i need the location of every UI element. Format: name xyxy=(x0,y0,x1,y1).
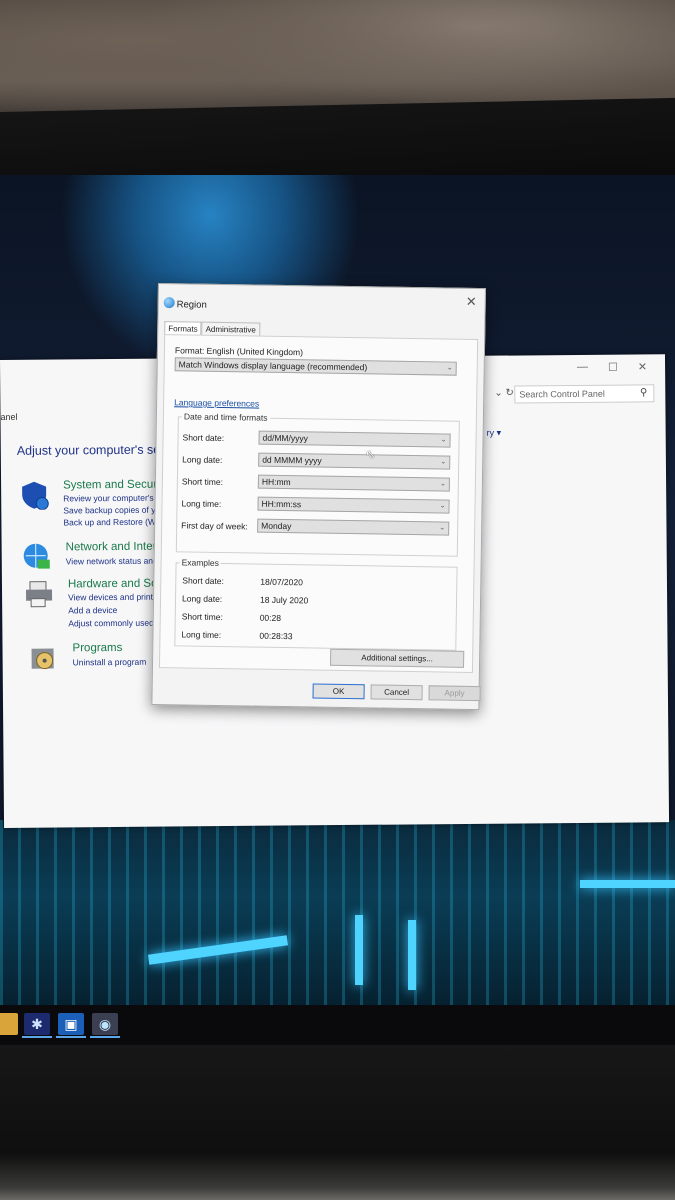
search-placeholder: Search Control Panel xyxy=(519,388,605,400)
search-icon[interactable]: ⚲ xyxy=(640,387,647,398)
control-panel-icon[interactable]: ▣ xyxy=(58,1013,84,1035)
dialog-title: Region xyxy=(176,299,207,311)
wallpaper-beam xyxy=(408,920,416,990)
long-date-dropdown[interactable]: dd MMMM yyyy ⌄ xyxy=(258,452,451,470)
wallpaper-beam xyxy=(147,935,289,965)
programs-disc-icon xyxy=(31,648,54,670)
language-preferences-link[interactable]: Language preferences xyxy=(174,397,259,408)
category-link[interactable]: View devices and printers xyxy=(68,592,165,603)
close-icon[interactable]: ✕ xyxy=(466,294,477,310)
first-day-dropdown[interactable]: Monday ⌄ xyxy=(257,518,450,536)
long-time-dropdown[interactable]: HH:mm:ss ⌄ xyxy=(257,496,450,514)
taskbar-indicator xyxy=(56,1036,86,1038)
category-title[interactable]: System and Security xyxy=(63,479,169,492)
mouse-cursor-icon: ⇖ xyxy=(365,447,376,462)
minimize-icon[interactable]: — xyxy=(577,361,588,374)
example-label: Short time: xyxy=(181,611,223,623)
taskbar-indicator xyxy=(90,1036,120,1038)
network-globe-icon xyxy=(23,543,50,569)
chevron-down-icon: ⌄ xyxy=(446,364,453,372)
close-icon[interactable]: ✕ xyxy=(638,360,647,373)
example-value: 18/07/2020 xyxy=(260,576,303,588)
chevron-down-icon: ⌄ xyxy=(439,480,446,488)
group-title: Examples xyxy=(179,557,222,569)
example-label: Long date: xyxy=(181,593,223,605)
wallpaper-city xyxy=(0,820,675,1010)
short-time-dropdown[interactable]: HH:mm ⌄ xyxy=(257,474,450,492)
window-controls: — ☐ ✕ xyxy=(577,360,647,374)
category-link[interactable]: Uninstall a program xyxy=(73,657,147,668)
group-title: Date and time formats xyxy=(181,411,270,423)
category-title[interactable]: Programs xyxy=(72,642,122,654)
first-day-value: Monday xyxy=(261,520,292,532)
maximize-icon[interactable]: ☐ xyxy=(608,361,618,374)
short-date-value: dd/MM/yyyy xyxy=(262,432,309,444)
long-date-value: dd MMMM yyyy xyxy=(262,454,322,466)
view-by-dropdown[interactable]: ry ▾ xyxy=(487,428,502,439)
search-input[interactable]: Search Control Panel ⚲ xyxy=(514,384,655,404)
file-explorer-icon[interactable] xyxy=(0,1013,18,1035)
example-value: 00:28 xyxy=(259,612,282,623)
region-globe-icon xyxy=(163,297,175,309)
region-dialog: Region ✕ Formats Administrative Format: … xyxy=(151,283,486,711)
format-dropdown[interactable]: Match Windows display language (recommen… xyxy=(174,357,457,376)
chevron-down-icon: ⌄ xyxy=(440,436,447,444)
chevron-down-icon: ⌄ xyxy=(439,524,446,532)
settings-app-icon[interactable]: ✱ xyxy=(24,1013,50,1035)
format-dropdown-value: Match Windows display language (recommen… xyxy=(178,359,368,373)
format-label: Format: English (United Kingdom) xyxy=(174,345,304,358)
short-time-value: HH:mm xyxy=(261,476,291,488)
address-bar-text: anel xyxy=(0,411,18,422)
monitor-bezel-bottom xyxy=(0,1045,675,1200)
printer-icon xyxy=(26,581,53,608)
example-label: Short date: xyxy=(182,575,224,587)
wallpaper-beam xyxy=(355,915,363,985)
short-date-dropdown[interactable]: dd/MM/yyyy ⌄ xyxy=(258,430,451,448)
long-date-label: Long date: xyxy=(182,454,223,466)
short-time-label: Short time: xyxy=(181,476,224,488)
chevron-down-icon: ⌄ xyxy=(439,502,446,510)
wallpaper-beam xyxy=(580,880,675,888)
datetime-formats-group: Date and time formats Short date: dd/MM/… xyxy=(175,411,460,557)
ok-button[interactable]: OK xyxy=(312,683,365,700)
first-day-label: First day of week: xyxy=(181,520,248,532)
apply-button[interactable]: Apply xyxy=(428,685,481,702)
shield-icon xyxy=(22,481,49,510)
example-value: 18 July 2020 xyxy=(259,594,309,606)
category-link[interactable]: Add a device xyxy=(68,605,117,615)
example-label: Long time: xyxy=(181,629,222,641)
short-date-label: Short date: xyxy=(182,432,225,444)
long-time-label: Long time: xyxy=(181,498,222,510)
chevron-down-icon: ⌄ xyxy=(440,458,447,466)
example-value: 00:28:33 xyxy=(259,630,293,642)
refresh-icon[interactable]: ⌄ ↻ xyxy=(494,388,514,399)
cancel-button[interactable]: Cancel xyxy=(370,684,423,701)
formats-panel: Format: English (United Kingdom) Match W… xyxy=(158,334,479,673)
long-time-value: HH:mm:ss xyxy=(261,498,302,510)
region-app-icon[interactable]: ◉ xyxy=(92,1013,118,1035)
examples-group: Examples Short date: 18/07/2020 Long dat… xyxy=(174,557,458,651)
additional-settings-button[interactable]: Additional settings... xyxy=(330,648,465,668)
taskbar-indicator xyxy=(22,1036,52,1038)
